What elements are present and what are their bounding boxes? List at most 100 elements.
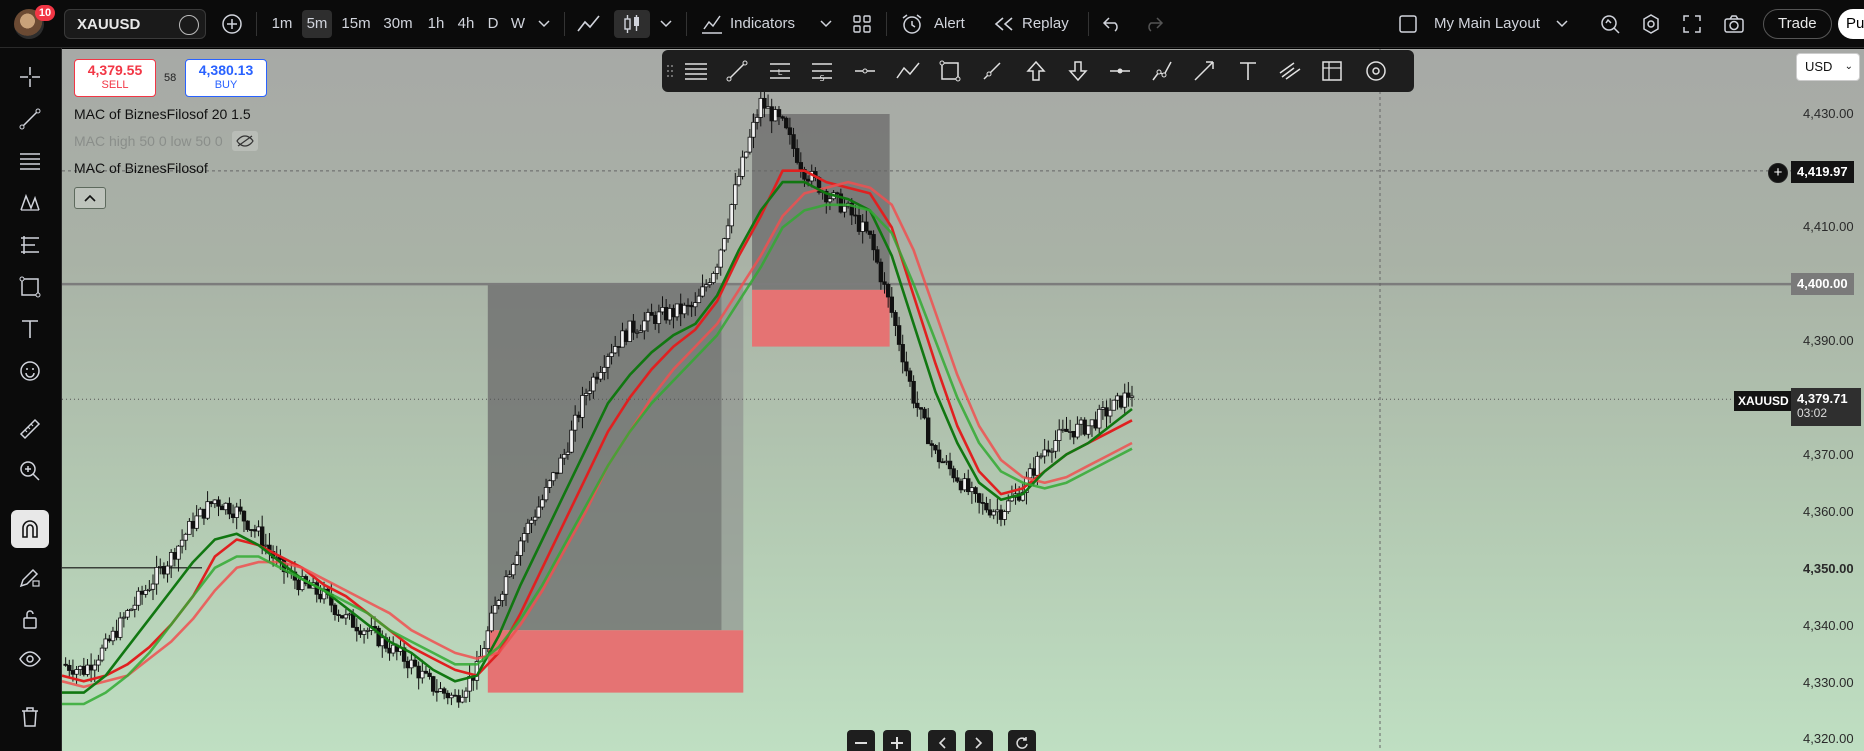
chevron-down-icon[interactable] (814, 10, 838, 38)
fib-retracement-icon[interactable] (11, 142, 49, 180)
chart-pane[interactable] (62, 49, 1864, 751)
candle-body (576, 414, 582, 418)
add-alert-plus-icon[interactable]: + (1768, 163, 1788, 183)
timeframe-30m[interactable]: 30m (380, 10, 416, 38)
chevron-down-icon[interactable] (654, 10, 678, 38)
indicator-legend-2[interactable]: MAC high 50 0 low 50 0 (74, 133, 223, 149)
timeframe-15m[interactable]: 15m (338, 10, 374, 38)
rectangle-icon[interactable] (936, 57, 964, 85)
polyline-icon[interactable] (894, 57, 922, 85)
trend-line-icon[interactable] (723, 57, 751, 85)
ruler-icon[interactable] (11, 410, 49, 448)
layout-name[interactable]: My Main Layout (1434, 10, 1550, 38)
arrow-up-icon[interactable] (1022, 57, 1050, 85)
candle-body (660, 307, 665, 313)
candle-body (249, 529, 254, 531)
magnet-icon[interactable] (11, 510, 49, 548)
candle-body (1089, 419, 1095, 427)
trash-icon[interactable] (11, 698, 49, 736)
forecast-icon[interactable] (11, 226, 49, 264)
path-icon[interactable] (1148, 57, 1176, 85)
fullscreen-icon[interactable] (1678, 10, 1706, 38)
candle-body (1053, 440, 1058, 452)
drawing-tools-bar: L S (662, 50, 1414, 92)
timeframe-1h[interactable]: 1h (422, 10, 450, 38)
replay-button[interactable]: Replay (1022, 10, 1072, 38)
alarm-clock-icon[interactable] (898, 10, 926, 38)
parallel-channel-icon[interactable] (1276, 57, 1304, 85)
indicator-legend-3[interactable]: MAC of BiznesFilosof (74, 160, 208, 176)
text-icon[interactable] (11, 310, 49, 348)
line-chart-icon[interactable] (575, 10, 603, 38)
candle-body (445, 692, 450, 699)
camera-icon[interactable] (1720, 10, 1748, 38)
candle-body (168, 552, 174, 567)
buy-button[interactable]: 4,380.13 BUY (185, 59, 267, 97)
replay-icon[interactable] (990, 10, 1018, 38)
candles-icon[interactable] (614, 10, 650, 38)
layout-checkbox-icon[interactable] (1394, 10, 1422, 38)
redo-icon[interactable] (1140, 10, 1168, 38)
hidden-eye-icon[interactable] (232, 131, 258, 151)
candle-body (219, 505, 225, 511)
chevron-down-icon[interactable] (532, 10, 556, 38)
zoom-in-button[interactable] (883, 730, 911, 751)
horizontal-ray-icon[interactable] (1106, 57, 1134, 85)
candle-body (562, 454, 567, 459)
menu-lines-icon[interactable] (682, 57, 710, 85)
trend-line-icon[interactable] (11, 100, 49, 138)
arrow-down-icon[interactable] (1064, 57, 1092, 85)
price-tick: 4,410.00 (1803, 219, 1854, 234)
symbol-badge-icon[interactable] (179, 15, 199, 35)
target-icon[interactable] (1362, 57, 1390, 85)
zoom-in-icon[interactable] (11, 452, 49, 490)
sell-button[interactable]: 4,379.55 SELL (74, 59, 156, 97)
long-position-icon[interactable]: L (766, 57, 794, 85)
candle-body (230, 513, 236, 518)
settings-gear-icon[interactable] (1637, 10, 1665, 38)
timeframe-w[interactable]: W (506, 10, 530, 38)
horizontal-line-icon[interactable] (851, 57, 879, 85)
timeframe-d[interactable]: D (482, 10, 504, 38)
reset-chart-button[interactable] (1008, 730, 1036, 751)
text-icon[interactable] (1234, 57, 1262, 85)
scroll-left-button[interactable] (928, 730, 956, 751)
indicators-button[interactable]: Indicators (730, 10, 814, 38)
timeframe-4h[interactable]: 4h (452, 10, 480, 38)
indicator-legend-1[interactable]: MAC of BiznesFilosof 20 1.5 (74, 106, 251, 122)
symbol-search[interactable]: XAUUSD (64, 9, 206, 39)
alert-button[interactable]: Alert (934, 10, 974, 38)
arrow-line-icon[interactable] (1190, 57, 1218, 85)
undo-icon[interactable] (1098, 10, 1126, 38)
indicators-icon[interactable] (698, 10, 726, 38)
timeframe-1m[interactable]: 1m (268, 10, 296, 38)
grid-tool-icon[interactable] (1318, 57, 1346, 85)
crosshair-icon[interactable] (11, 58, 49, 96)
trade-button[interactable]: Trade (1763, 9, 1832, 39)
drag-handle-icon[interactable] (662, 57, 678, 85)
eye-icon[interactable] (11, 640, 49, 678)
emoji-icon[interactable] (11, 352, 49, 390)
price-chart[interactable] (62, 49, 1864, 751)
collapse-legend-button[interactable] (74, 187, 106, 209)
short-position-icon[interactable]: S (808, 57, 836, 85)
timeframe-5m[interactable]: 5m (302, 10, 332, 38)
currency-select[interactable]: USD ⌄ (1796, 53, 1860, 81)
quick-search-icon[interactable] (1596, 10, 1624, 38)
chevron-down-icon[interactable] (1550, 10, 1574, 38)
zoom-out-button[interactable] (847, 730, 875, 751)
candle-body (485, 630, 491, 649)
spread-value: 58 (164, 72, 177, 84)
pattern-icon[interactable] (11, 184, 49, 222)
scroll-right-button[interactable] (965, 730, 993, 751)
candle-body (922, 408, 927, 419)
layouts-grid-icon[interactable] (848, 10, 876, 38)
rectangle-icon[interactable] (11, 268, 49, 306)
candle-body (1111, 399, 1117, 411)
add-symbol-icon[interactable] (218, 10, 246, 38)
publish-button[interactable]: Pu (1838, 9, 1864, 39)
horizontal-line-price-tag: 4,400.00 (1791, 273, 1854, 295)
ray-icon[interactable] (978, 57, 1006, 85)
lock-icon[interactable] (11, 600, 49, 638)
draw-lock-pencil-icon[interactable] (11, 558, 49, 596)
